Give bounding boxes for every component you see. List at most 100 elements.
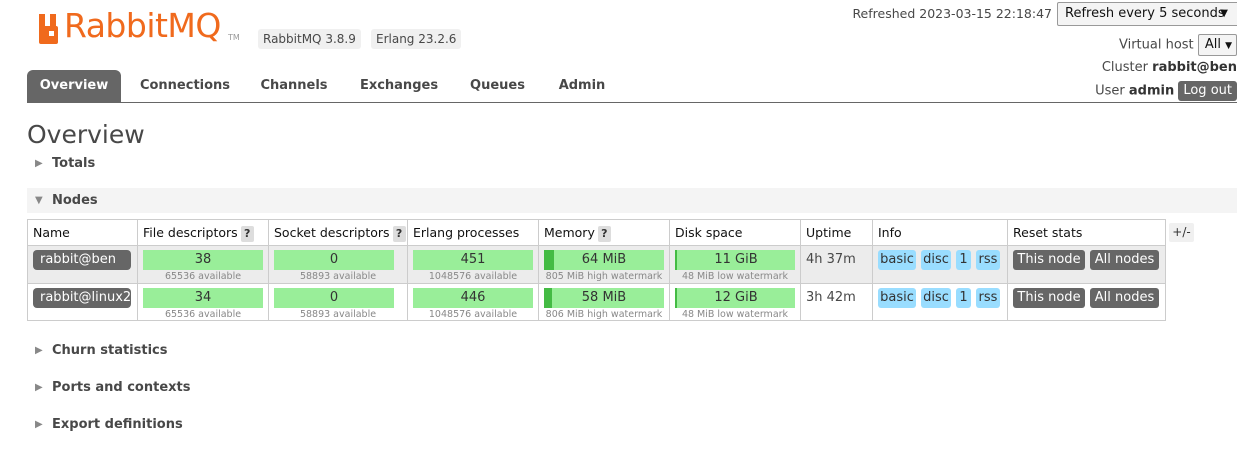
socket-descriptors-bar: 0 [274,250,394,270]
section-export-label: Export definitions [52,417,183,432]
help-icon[interactable]: ? [597,225,611,242]
file-descriptors-bar: 38 [143,250,263,270]
memory-bar: 64 MiB [544,250,664,270]
col-header-info: Info [873,220,1008,245]
section-ports-and-contexts[interactable]: ▶ Ports and contexts [27,375,327,400]
help-icon[interactable]: ? [392,225,406,242]
col-header-file-descriptors: File descriptors? [138,220,269,245]
section-totals-label: Totals [52,156,96,171]
reset-this-node-button[interactable]: This node [1013,288,1085,308]
refresh-interval-select[interactable]: Refresh every 5 seconds ▼ [1057,2,1237,26]
file-descriptors-available: 65536 available [164,271,242,282]
info-badge-basic: basic [878,288,916,308]
memory-bar-fill [544,250,554,270]
cell-uptime: 4h 37m [801,246,873,283]
info-badge-disc: disc [921,288,951,308]
disk-space-bar: 11 GiB [675,250,795,270]
cell-erlang-processes: 446 1048576 available [408,284,539,320]
cell-disk-space: 11 GiB 48 MiB low watermark [670,246,801,283]
col-header-name-label: Name [33,225,70,240]
file-descriptors-value: 38 [194,252,212,267]
uptime-value: 4h 37m [806,252,856,267]
cell-memory: 64 MiB 805 MiB high watermark [539,246,670,283]
cell-name: rabbit@ben [28,246,138,283]
virtual-host-value: All [1204,37,1221,52]
nodes-table: Name File descriptors? Socket descriptor… [27,219,1166,321]
col-header-procs-label: Erlang processes [413,225,520,240]
tab-connections[interactable]: Connections [131,70,239,102]
help-icon[interactable]: ? [240,225,254,242]
reset-all-nodes-button[interactable]: All nodes [1090,288,1159,308]
section-export-definitions[interactable]: ▶ Export definitions [27,412,327,437]
uptime-value: 3h 42m [806,290,856,305]
cell-info: basic disc 1 rss [873,246,1008,283]
tab-overview[interactable]: Overview [27,70,121,102]
erlang-version-badge: Erlang 23.2.6 [371,29,462,49]
col-header-fd-label: File descriptors [143,225,238,240]
col-header-socket-descriptors: Socket descriptors? [269,220,408,245]
chevron-right-icon: ▶ [35,382,43,393]
socket-descriptors-bar: 0 [274,288,394,308]
cell-socket-descriptors: 0 58893 available [269,246,408,283]
socket-descriptors-available: 58893 available [299,271,377,282]
table-row: rabbit@linux2 34 65536 available 0 58893… [28,284,1165,320]
erlang-processes-value: 451 [460,252,486,267]
cell-file-descriptors: 38 65536 available [138,246,269,283]
virtual-host-row: Virtual host All ▼ [1119,34,1237,56]
cell-file-descriptors: 34 65536 available [138,284,269,320]
node-name-link[interactable]: rabbit@ben [33,250,131,270]
rabbit-logo-icon [39,14,58,44]
col-header-uptime-label: Uptime [806,225,852,240]
info-badge-rss: rss [976,288,1000,308]
refreshed-timestamp: Refreshed 2023-03-15 22:18:47 [852,6,1052,21]
memory-watermark: 806 MiB high watermark [545,309,663,320]
table-row: rabbit@ben 38 65536 available 0 58893 av… [28,246,1165,284]
file-descriptors-value: 34 [194,290,212,305]
cell-reset-stats: This node All nodes [1008,246,1165,283]
section-totals[interactable]: ▶ Totals [27,151,327,176]
col-header-disk-space: Disk space [670,220,801,245]
tab-queues[interactable]: Queues [459,70,536,102]
toggle-columns-button[interactable]: +/- [1169,223,1194,242]
tab-exchanges[interactable]: Exchanges [349,70,449,102]
section-churn-statistics[interactable]: ▶ Churn statistics [27,338,327,363]
tab-channels[interactable]: Channels [249,70,339,102]
node-name-link[interactable]: rabbit@linux2 [33,288,131,308]
refresh-interval-value: Refresh every 5 seconds [1065,6,1225,21]
col-header-memory: Memory? [539,220,670,245]
memory-value: 64 MiB [581,252,627,267]
reset-this-node-button[interactable]: This node [1013,250,1085,270]
logo-trademark: TM [228,33,240,42]
cell-disk-space: 12 GiB 48 MiB low watermark [670,284,801,320]
info-badge-count: 1 [956,250,971,270]
erlang-processes-bar: 451 [413,250,533,270]
chevron-right-icon: ▶ [35,419,43,430]
chevron-down-icon: ▼ [1225,41,1232,51]
section-churn-label: Churn statistics [52,343,168,358]
erlang-processes-bar: 446 [413,288,533,308]
col-header-erlang-processes: Erlang processes [408,220,539,245]
disk-space-value: 12 GiB [714,290,758,305]
virtual-host-select[interactable]: All ▼ [1197,34,1237,56]
memory-bar-fill [544,288,553,308]
cell-name: rabbit@linux2 [28,284,138,320]
col-header-reset-label: Reset stats [1013,225,1083,240]
col-header-uptime: Uptime [801,220,873,245]
section-nodes-label: Nodes [52,193,98,208]
col-header-disk-label: Disk space [675,225,743,240]
tab-admin[interactable]: Admin [546,70,618,102]
chevron-down-icon: ▼ [1220,8,1228,19]
col-header-reset-stats: Reset stats [1008,220,1165,245]
section-nodes[interactable]: ▼ Nodes [27,188,1237,213]
cell-reset-stats: This node All nodes [1008,284,1165,320]
col-header-name: Name [28,220,138,245]
reset-all-nodes-button[interactable]: All nodes [1090,250,1159,270]
info-badge-disc: disc [921,250,951,270]
page-title: Overview [27,120,145,149]
cell-socket-descriptors: 0 58893 available [269,284,408,320]
file-descriptors-bar: 34 [143,288,263,308]
cell-uptime: 3h 42m [801,284,873,320]
memory-value: 58 MiB [581,290,627,305]
erlang-processes-available: 1048576 available [428,271,518,282]
disk-space-bar: 12 GiB [675,288,795,308]
